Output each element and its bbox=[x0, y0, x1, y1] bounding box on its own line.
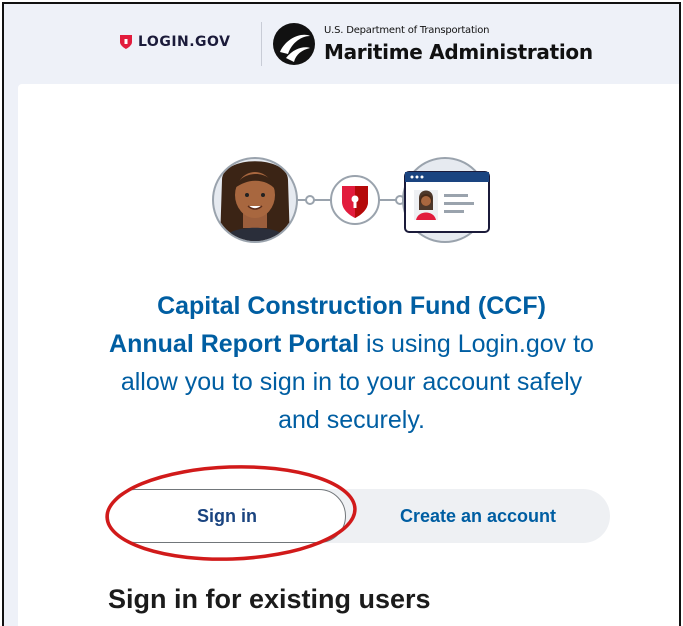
login-gov-wordmark: LOGIN.GOV bbox=[138, 34, 231, 50]
dot-logo-icon bbox=[273, 23, 315, 65]
tab-create-account[interactable]: Create an account bbox=[346, 489, 610, 543]
intro-text: Capital Construction Fund (CCF) Annual R… bbox=[99, 287, 604, 439]
header-divider bbox=[261, 22, 262, 66]
auth-tabs: Sign in Create an account bbox=[108, 489, 610, 543]
id-card-icon bbox=[402, 157, 490, 243]
browser-frame: LOGIN.GOV U.S. Department of Transportat… bbox=[2, 2, 681, 626]
agency-department: U.S. Department of Transportation bbox=[324, 25, 490, 36]
section-title: Sign in for existing users bbox=[108, 584, 431, 614]
agency-name: Maritime Administration bbox=[324, 40, 593, 64]
sign-in-illustration bbox=[212, 157, 490, 243]
tab-sign-in[interactable]: Sign in bbox=[108, 489, 346, 543]
user-avatar-icon bbox=[212, 157, 298, 243]
login-gov-shield-icon bbox=[120, 35, 132, 49]
app-name-line2: Annual Report Portal bbox=[109, 330, 360, 358]
lock-shield-icon bbox=[330, 175, 380, 225]
page-header: LOGIN.GOV U.S. Department of Transportat… bbox=[4, 4, 679, 84]
app-name-line1: Capital Construction Fund (CCF) bbox=[157, 292, 546, 320]
login-gov-logo[interactable]: LOGIN.GOV bbox=[119, 34, 230, 50]
